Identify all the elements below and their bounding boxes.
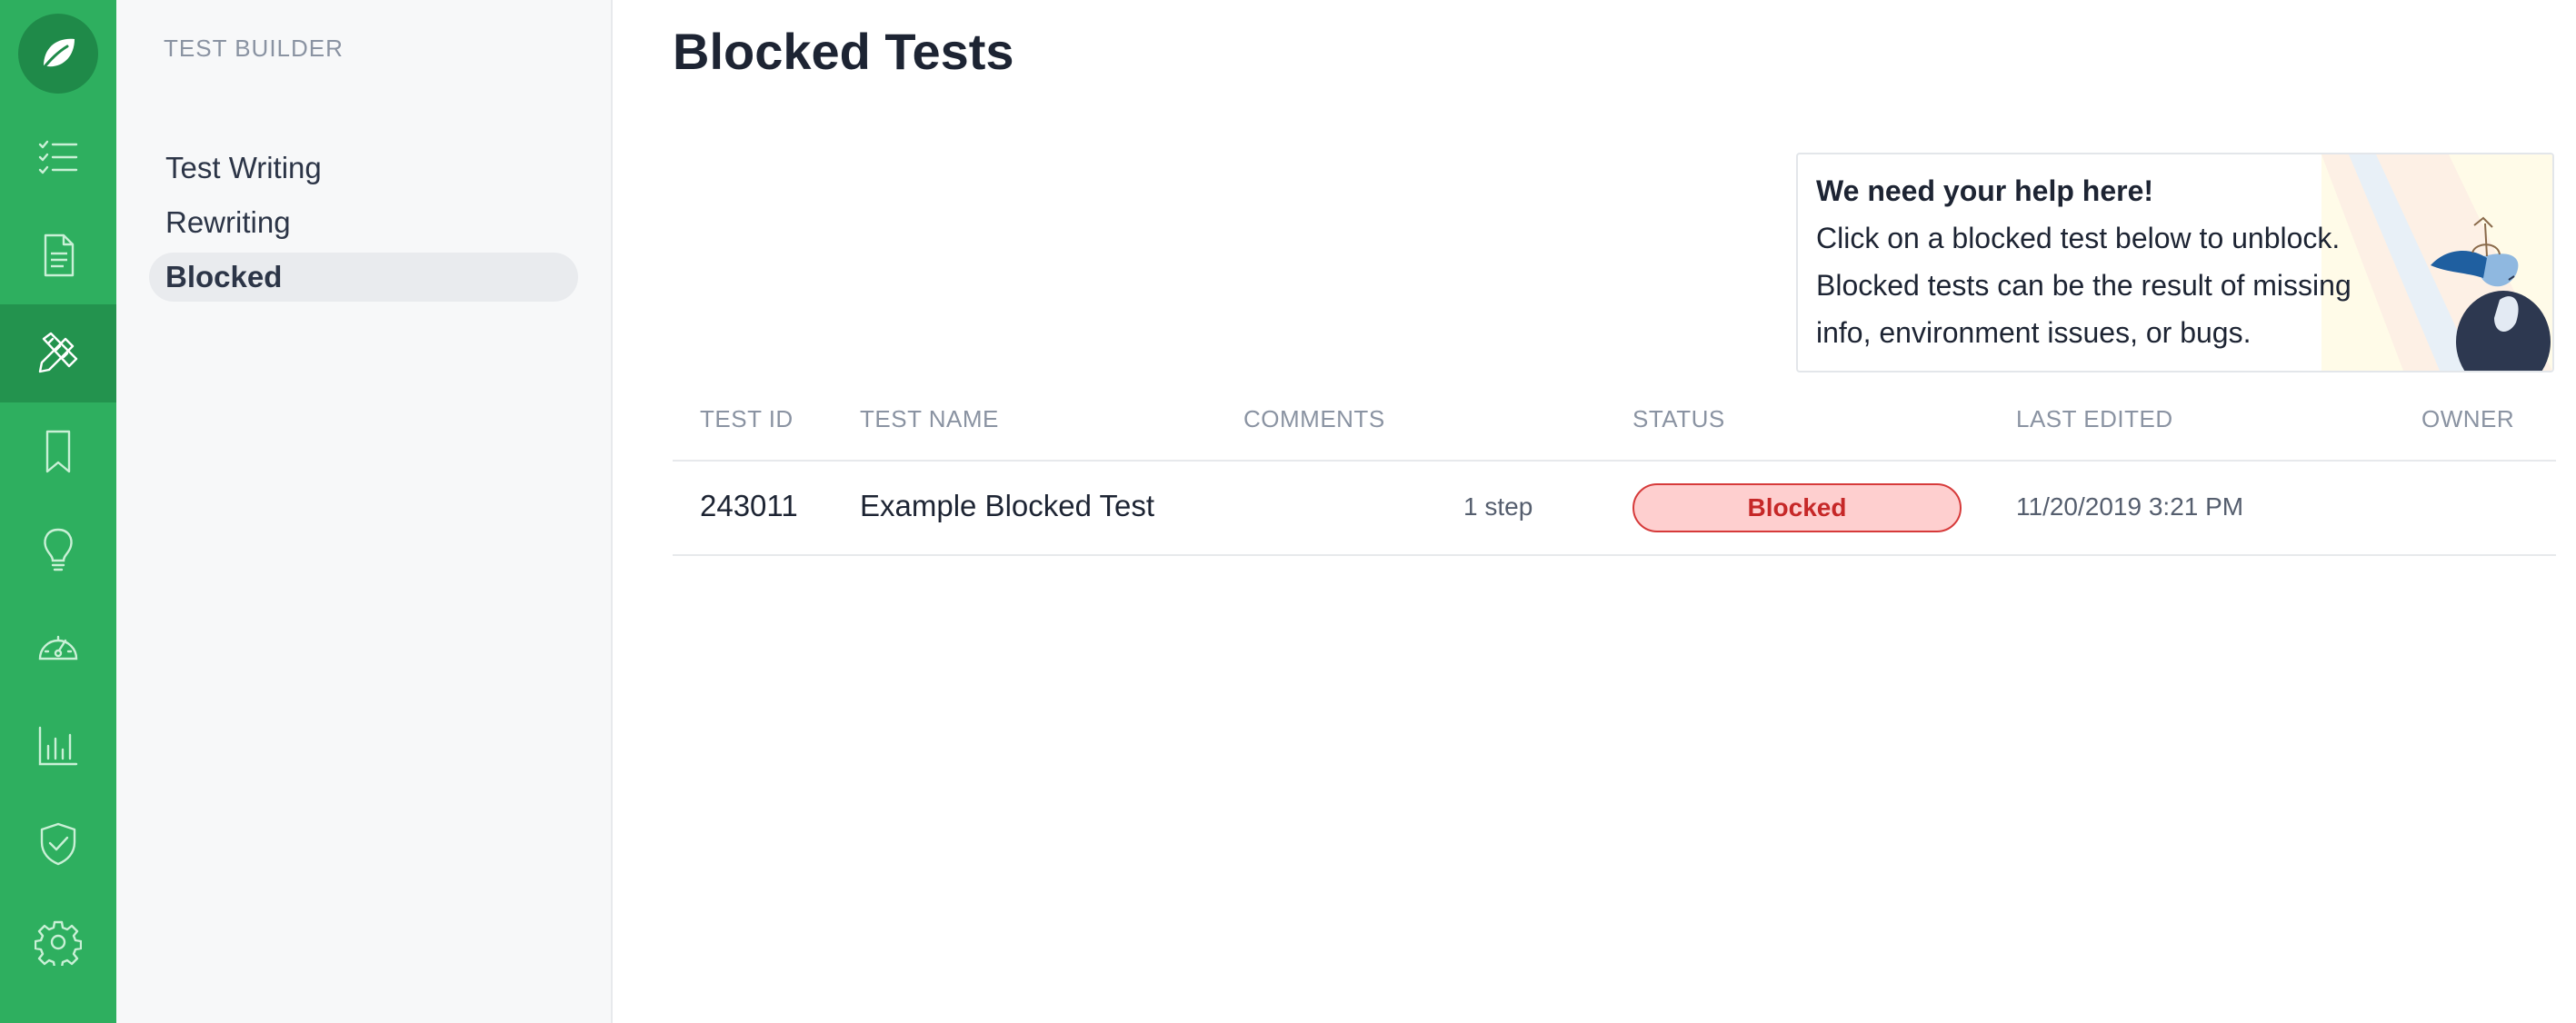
blocked-tests-table: TEST ID TEST NAME COMMENTS STATUS LAST E… bbox=[673, 391, 2556, 556]
column-header-test-id[interactable]: TEST ID bbox=[700, 405, 794, 433]
main-content: Blocked Tests We need your help here! Cl bbox=[613, 0, 2576, 1023]
secondary-sidebar: TEST BUILDER Test Writing Rewriting Bloc… bbox=[116, 0, 613, 1023]
help-line: Click on a blocked test below to unblock… bbox=[1816, 222, 2341, 254]
speedometer-icon[interactable] bbox=[0, 599, 116, 697]
test-id-cell: 243011 bbox=[700, 489, 798, 522]
bookmark-icon[interactable] bbox=[0, 402, 116, 501]
table-row[interactable]: 243011 Example Blocked Test 1 step Block… bbox=[673, 462, 2556, 556]
leaf-logo-icon[interactable] bbox=[18, 14, 98, 94]
sidebar-item-rewriting[interactable]: Rewriting bbox=[149, 198, 578, 247]
column-header-test-name[interactable]: TEST NAME bbox=[860, 405, 999, 433]
last-edited-cell: 11/20/2019 3:21 PM bbox=[2016, 492, 2244, 521]
gear-icon[interactable] bbox=[0, 893, 116, 991]
sidebar-item-blocked[interactable]: Blocked bbox=[149, 253, 578, 302]
icon-rail bbox=[0, 0, 116, 1023]
steps-cell: 1 step bbox=[1463, 492, 1533, 521]
checklist-icon[interactable] bbox=[0, 108, 116, 206]
column-header-last-edited[interactable]: LAST EDITED bbox=[2016, 405, 2173, 433]
status-badge: Blocked bbox=[1632, 483, 1962, 532]
help-text: We need your help here! Click on a block… bbox=[1816, 167, 2361, 356]
sidebar-title: TEST BUILDER bbox=[164, 35, 344, 62]
page-title: Blocked Tests bbox=[673, 23, 1014, 80]
test-name-cell: Example Blocked Test bbox=[860, 489, 1155, 522]
column-header-status[interactable]: STATUS bbox=[1632, 405, 1725, 433]
help-card: We need your help here! Click on a block… bbox=[1796, 153, 2554, 372]
pencil-ruler-icon[interactable] bbox=[0, 304, 116, 402]
lightbulb-icon[interactable] bbox=[0, 501, 116, 599]
column-header-comments[interactable]: COMMENTS bbox=[1243, 405, 1385, 433]
table-header: TEST ID TEST NAME COMMENTS STATUS LAST E… bbox=[673, 391, 2556, 462]
column-header-owner[interactable]: OWNER bbox=[2421, 405, 2514, 433]
document-icon[interactable] bbox=[0, 206, 116, 304]
help-line: info, environment issues, or bugs. bbox=[1816, 316, 2252, 349]
bar-chart-icon[interactable] bbox=[0, 697, 116, 795]
help-heading: We need your help here! bbox=[1816, 174, 2154, 207]
shield-check-icon[interactable] bbox=[0, 795, 116, 893]
sidebar-item-test-writing[interactable]: Test Writing bbox=[149, 144, 578, 193]
sidebar-nav: Test Writing Rewriting Blocked bbox=[149, 144, 578, 307]
app-root: TEST BUILDER Test Writing Rewriting Bloc… bbox=[0, 0, 2576, 1023]
help-line: Blocked tests can be the result of missi… bbox=[1816, 269, 2351, 302]
